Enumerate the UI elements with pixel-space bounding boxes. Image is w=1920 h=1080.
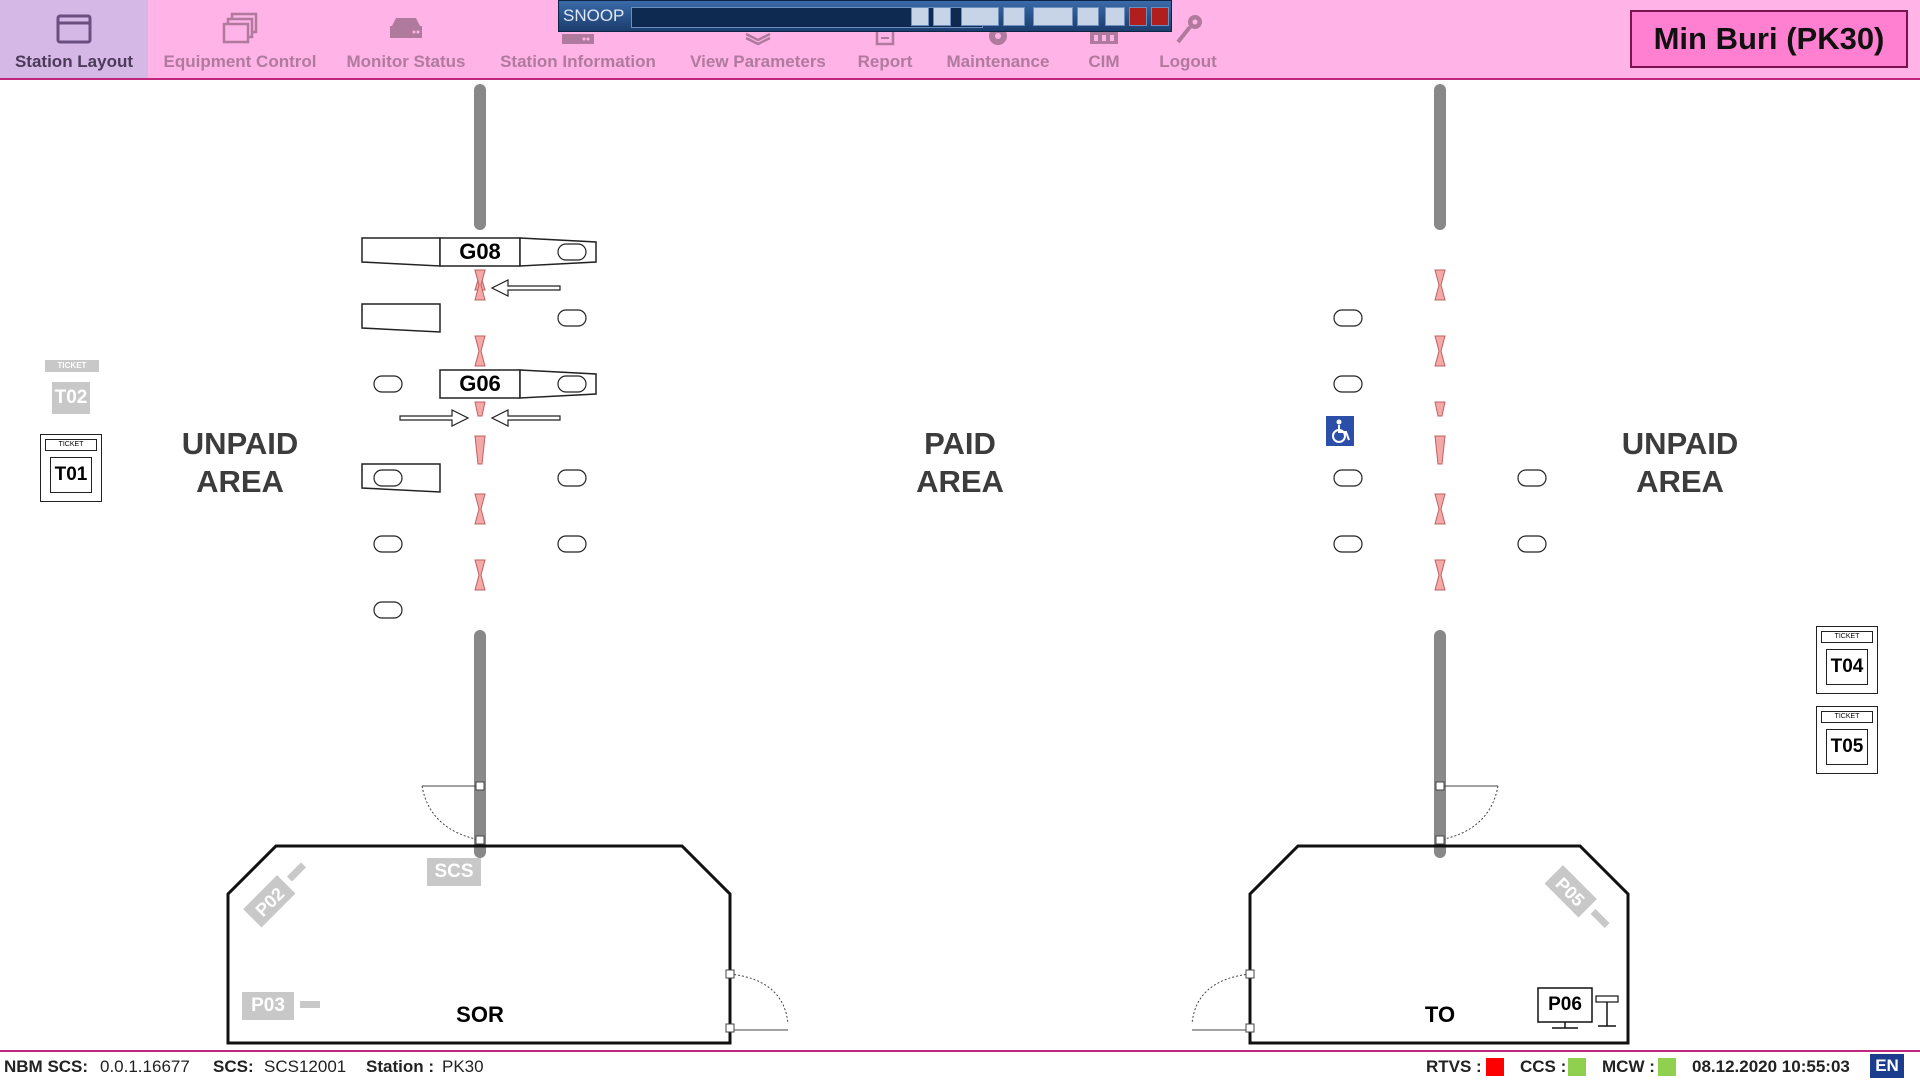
nav-equipment-control[interactable]: Equipment Control bbox=[156, 0, 324, 78]
area-label-line: UNPAID bbox=[1621, 426, 1739, 461]
rtvs-label-text: RTVS : bbox=[1426, 1057, 1482, 1076]
minimize-icon[interactable] bbox=[1129, 7, 1147, 26]
nav-label: Station Information bbox=[500, 52, 656, 71]
language-button[interactable]: EN bbox=[1870, 1054, 1904, 1078]
nbm-label-text: NBM SCS: bbox=[4, 1057, 89, 1076]
t02-ticket-header: TICKET bbox=[45, 360, 99, 372]
window-icon bbox=[56, 14, 92, 44]
unpaid-area-right-label: UNPAID AREA bbox=[1600, 425, 1760, 501]
windows-stack-icon bbox=[222, 12, 258, 44]
nav-label: Station Layout bbox=[14, 52, 134, 71]
arrow-right-icon bbox=[399, 409, 470, 427]
nav-label: Equipment Control bbox=[163, 52, 317, 71]
wheelchair-icon bbox=[1326, 416, 1354, 446]
snoop-window[interactable]: SNOOP bbox=[558, 0, 1172, 32]
status-bar: NBM SCS: 0.0.1.16677 SCS: SCS12001 Stati… bbox=[0, 1050, 1920, 1080]
station-name-badge: Min Buri (PK30) bbox=[1630, 10, 1908, 68]
tvm-t05[interactable]: TICKET T05 bbox=[1816, 706, 1878, 774]
key-icon bbox=[1176, 15, 1202, 44]
barrier-wall bbox=[474, 84, 486, 230]
nav-label: Monitor Status bbox=[346, 52, 466, 71]
gate-label-g08: G08 bbox=[459, 239, 501, 264]
p06-label: P06 bbox=[1548, 994, 1582, 1015]
barrier-wall bbox=[474, 630, 486, 858]
nav-station-layout[interactable]: Station Layout bbox=[0, 0, 148, 78]
nav-label: Report bbox=[857, 52, 913, 71]
datetime: 08.12.2020 10:55:03 bbox=[1692, 1057, 1850, 1076]
p03-accessory bbox=[300, 1001, 320, 1008]
area-label-line: UNPAID bbox=[181, 426, 299, 461]
tvm-id: T05 bbox=[1826, 729, 1868, 765]
server-icon bbox=[390, 18, 422, 38]
ccs-label-text: CCS : bbox=[1520, 1057, 1567, 1076]
mcw-label-text: MCW : bbox=[1602, 1057, 1655, 1076]
area-label-line: AREA bbox=[1636, 464, 1724, 499]
scs-label-text: SCS: bbox=[213, 1057, 254, 1076]
area-label-line: AREA bbox=[916, 464, 1004, 499]
tvm-id: T01 bbox=[50, 457, 92, 493]
crosshair-icon[interactable] bbox=[1077, 7, 1099, 26]
tvm-t02[interactable]: T02 bbox=[52, 382, 90, 414]
dropdown-arrow-icon[interactable] bbox=[911, 7, 929, 26]
station-layout-canvas: P02 P05 G08 G06 UNPAID AREA PAID AREA UN… bbox=[0, 80, 1920, 1050]
snapshot-icon[interactable] bbox=[1105, 7, 1125, 26]
ticket-header: TICKET bbox=[1821, 711, 1873, 723]
rtvs-status-indicator bbox=[1486, 1058, 1504, 1076]
area-label-line: AREA bbox=[196, 464, 284, 499]
nav-label: Logout bbox=[1159, 52, 1217, 71]
arrow-left-icon bbox=[490, 279, 561, 297]
paid-area-label: PAID AREA bbox=[880, 425, 1040, 501]
mcw-label: MCW : bbox=[1602, 1057, 1655, 1077]
nav-label: View Parameters bbox=[690, 52, 826, 71]
tvm-t04[interactable]: TICKET T04 bbox=[1816, 626, 1878, 694]
gate-label-g06: G06 bbox=[459, 371, 501, 396]
room-to-label: TO bbox=[1424, 1002, 1456, 1027]
ticket-header: TICKET bbox=[45, 439, 97, 451]
barrier-wall bbox=[1434, 84, 1446, 230]
ccs-status-indicator bbox=[1568, 1058, 1586, 1076]
device-scs[interactable]: SCS bbox=[427, 858, 481, 886]
snoop-title: SNOOP bbox=[563, 6, 625, 25]
ticket-header: TICKET bbox=[1821, 631, 1873, 643]
close-icon[interactable] bbox=[1151, 7, 1169, 26]
refresh-icon[interactable] bbox=[933, 7, 951, 26]
gate-flaps-left bbox=[474, 269, 486, 591]
target-icon[interactable] bbox=[1003, 7, 1025, 26]
nav-label: Maintenance bbox=[946, 52, 1050, 71]
snoop-dropdown[interactable] bbox=[631, 7, 983, 28]
zoom-icon[interactable] bbox=[961, 7, 999, 26]
mcw-status-indicator bbox=[1658, 1058, 1676, 1076]
device-p03[interactable]: P03 bbox=[242, 992, 294, 1020]
binoculars-icon[interactable] bbox=[1033, 7, 1073, 26]
nav-monitor-status[interactable]: Monitor Status bbox=[336, 0, 476, 78]
room-sor-label: SOR bbox=[456, 1002, 504, 1027]
nav-label: CIM bbox=[1088, 52, 1120, 71]
station-label: Station : bbox=[366, 1057, 434, 1077]
area-label-line: PAID bbox=[924, 426, 996, 461]
ccs-label: CCS : bbox=[1520, 1057, 1566, 1077]
door-swing bbox=[421, 781, 1499, 845]
door-swing bbox=[725, 969, 789, 1033]
station-code: PK30 bbox=[442, 1057, 484, 1076]
device-p05[interactable]: P05 bbox=[1544, 865, 1616, 936]
scs-label: SCS: bbox=[213, 1057, 254, 1077]
barrier-wall bbox=[1434, 630, 1446, 858]
station-layout-drawing: P02 P05 bbox=[226, 84, 1630, 1045]
scs-id: SCS12001 bbox=[264, 1057, 347, 1076]
rtvs-label: RTVS : bbox=[1426, 1057, 1482, 1077]
tvm-t01[interactable]: TICKET T01 bbox=[40, 434, 102, 502]
nbm-scs-label: NBM SCS: bbox=[4, 1057, 88, 1077]
station-label-text: Station : bbox=[366, 1057, 434, 1076]
nbm-scs-version: 0.0.1.16677 bbox=[100, 1057, 190, 1076]
unpaid-area-left-label: UNPAID AREA bbox=[160, 425, 320, 501]
gate-flaps-right bbox=[1434, 269, 1446, 591]
arrow-left-icon bbox=[490, 409, 561, 427]
door-swing bbox=[1191, 969, 1255, 1033]
tvm-id: T04 bbox=[1826, 649, 1868, 685]
gate-cabinet bbox=[361, 303, 441, 333]
